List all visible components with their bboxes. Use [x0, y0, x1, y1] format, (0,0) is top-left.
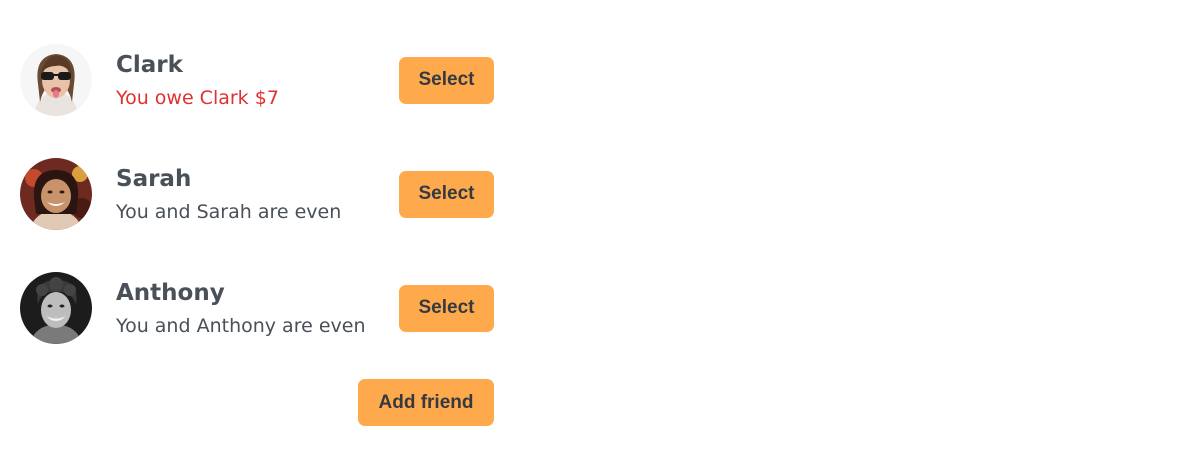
friend-item-anthony: Anthony You and Anthony are even Select [20, 272, 494, 344]
avatar [20, 272, 92, 344]
balance-status: You owe Clark $7 [116, 86, 279, 109]
select-button[interactable]: Select [399, 170, 494, 218]
anthony-avatar-icon [20, 272, 92, 344]
sarah-avatar-icon [20, 158, 92, 230]
avatar [20, 44, 92, 116]
add-friend-row: Add friend [20, 379, 494, 426]
select-button[interactable]: Select [399, 284, 494, 332]
friend-name: Clark [116, 51, 183, 78]
friend-item-sarah: Sarah You and Sarah are even Select [20, 158, 494, 230]
balance-status: You and Sarah are even [116, 200, 342, 223]
friends-list: Clark You owe Clark $7 Select Sarah You … [20, 44, 494, 344]
friend-info: Anthony You and Anthony are even [116, 279, 375, 338]
balance-status: You and Anthony are even [116, 314, 366, 337]
friends-sidebar: Clark You owe Clark $7 Select Sarah You … [20, 44, 494, 426]
avatar [20, 158, 92, 230]
friend-name: Sarah [116, 165, 192, 192]
friend-item-clark: Clark You owe Clark $7 Select [20, 44, 494, 116]
friend-info: Sarah You and Sarah are even [116, 165, 375, 224]
add-friend-button[interactable]: Add friend [358, 379, 494, 426]
friend-name: Anthony [116, 279, 225, 306]
friend-info: Clark You owe Clark $7 [116, 51, 375, 110]
select-button[interactable]: Select [399, 56, 494, 104]
clark-avatar-icon [20, 44, 92, 116]
